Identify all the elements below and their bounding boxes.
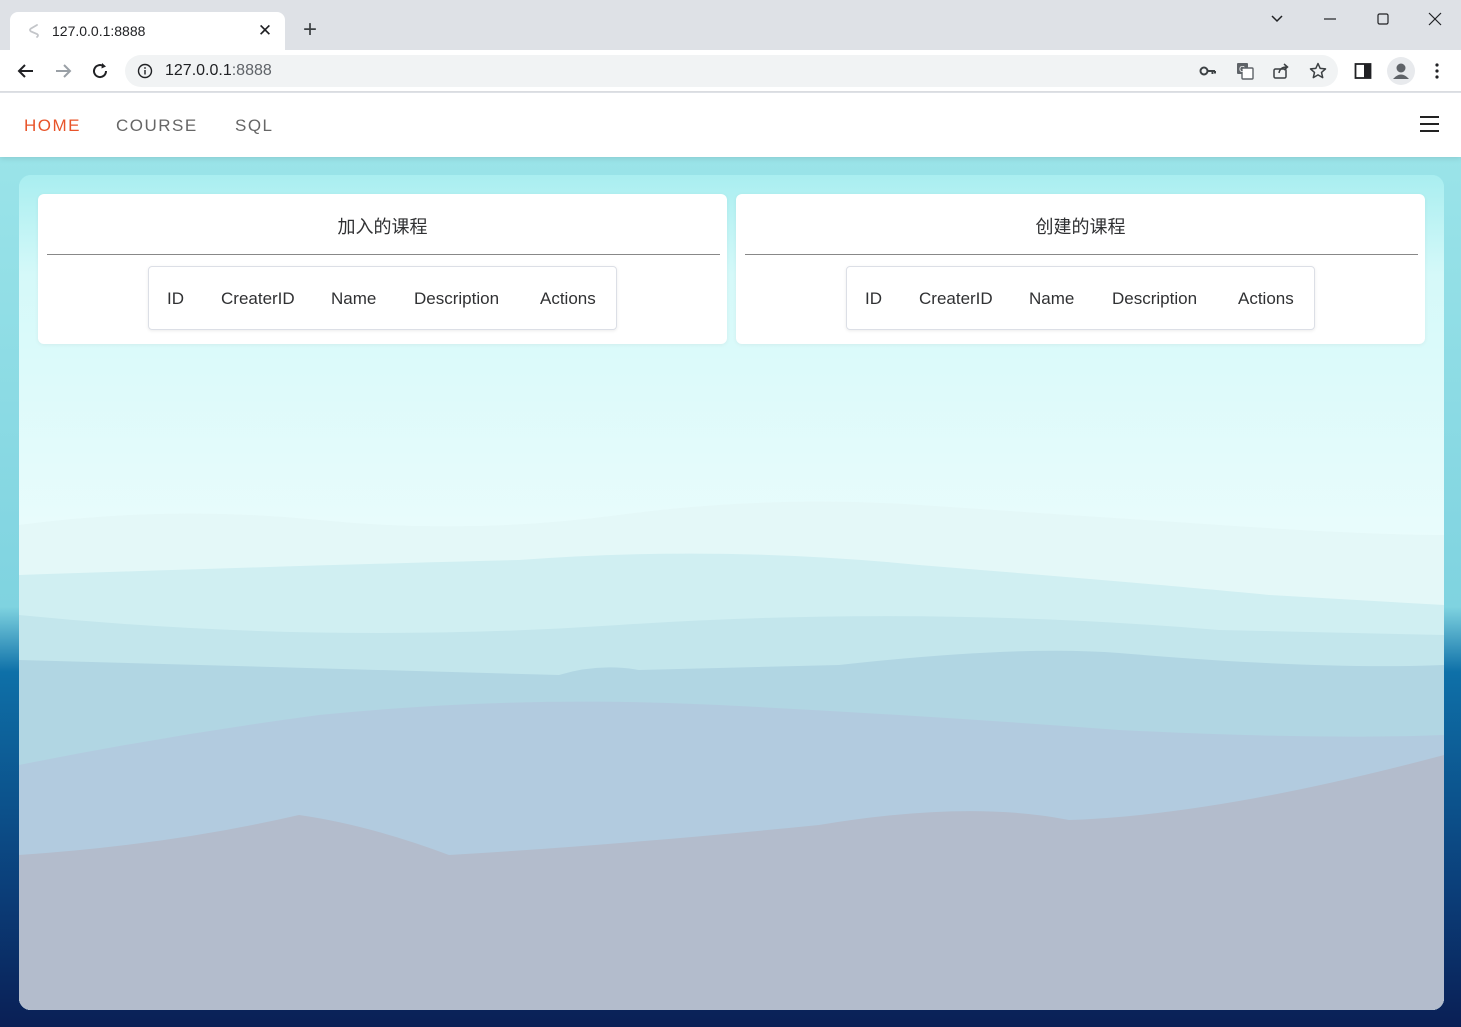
key-icon[interactable] <box>1198 61 1218 81</box>
svg-text:G: G <box>1239 65 1245 74</box>
nav-home-link[interactable]: HOME <box>24 116 81 136</box>
close-window-icon[interactable] <box>1424 8 1446 30</box>
content-area: 加入的课程 ID CreaterID Name Description Acti… <box>19 175 1444 1010</box>
site-info-icon[interactable] <box>137 63 153 79</box>
bookmark-star-icon[interactable] <box>1308 61 1328 81</box>
more-menu-icon[interactable] <box>1427 61 1447 81</box>
nav-sql-link[interactable]: SQL <box>235 116 274 136</box>
column-header-actions: Actions <box>540 289 596 308</box>
url-host: 127.0.0.1 <box>165 62 232 79</box>
share-icon[interactable] <box>1271 61 1291 81</box>
maximize-icon[interactable] <box>1372 8 1394 30</box>
column-header-createrid: CreaterID <box>919 289 993 308</box>
browser-tab[interactable]: 127.0.0.1:8888 ✕ <box>10 12 285 50</box>
column-header-id: ID <box>865 289 882 308</box>
minimize-icon[interactable] <box>1319 8 1341 30</box>
address-bar[interactable]: 127.0.0.1:8888 G <box>125 55 1338 87</box>
site-navbar: HOME COURSE SQL <box>0 93 1461 157</box>
hamburger-menu-icon[interactable] <box>1420 116 1439 133</box>
tab-strip: 127.0.0.1:8888 ✕ + <box>0 0 1461 50</box>
nav-course-link[interactable]: COURSE <box>116 116 198 136</box>
created-courses-title: 创建的课程 <box>1035 217 1126 238</box>
new-tab-button[interactable]: + <box>298 18 322 43</box>
column-header-id: ID <box>167 289 184 308</box>
column-header-name: Name <box>331 289 377 308</box>
created-courses-table: ID CreaterID Name Description Actions <box>846 266 1315 330</box>
back-arrow-icon[interactable] <box>14 59 38 83</box>
reload-icon[interactable] <box>88 59 112 83</box>
created-courses-card: 创建的课程 ID CreaterID Name Description Acti… <box>736 194 1425 344</box>
joined-courses-table: ID CreaterID Name Description Actions <box>148 266 617 330</box>
tab-search-icon[interactable] <box>1266 8 1288 30</box>
joined-courses-title: 加入的课程 <box>337 217 428 238</box>
profile-person-icon <box>1393 63 1409 79</box>
translate-icon[interactable]: G <box>1235 61 1255 81</box>
url-port: :8888 <box>231 62 272 79</box>
tab-title: 127.0.0.1:8888 <box>52 23 146 39</box>
column-header-description: Description <box>1112 289 1198 308</box>
tab-close-icon[interactable]: ✕ <box>255 21 275 41</box>
card-divider <box>745 254 1418 255</box>
joined-courses-card: 加入的课程 ID CreaterID Name Description Acti… <box>38 194 727 344</box>
forward-arrow-icon[interactable] <box>51 59 75 83</box>
column-header-actions: Actions <box>1238 289 1294 308</box>
url-text: 127.0.0.1:8888 <box>165 62 272 80</box>
column-header-createrid: CreaterID <box>221 289 295 308</box>
page-viewport: HOME COURSE SQL 加入的课程 ID CreaterID Name … <box>0 93 1461 1027</box>
side-panel-icon[interactable] <box>1353 61 1373 81</box>
svelte-favicon-icon <box>29 24 39 38</box>
card-divider <box>47 254 720 255</box>
column-header-description: Description <box>414 289 500 308</box>
browser-toolbar: 127.0.0.1:8888 G <box>0 50 1461 92</box>
column-header-name: Name <box>1029 289 1075 308</box>
profile-avatar[interactable] <box>1387 57 1415 85</box>
